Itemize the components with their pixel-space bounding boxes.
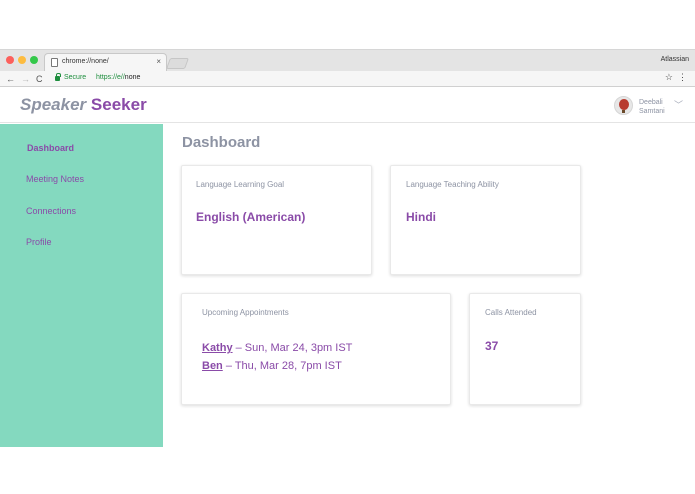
secure-label[interactable]: Secure <box>64 74 86 81</box>
appointments-card: Upcoming Appointments Kathy – Sun, Mar 2… <box>181 293 451 405</box>
url-scheme: https://e// <box>96 74 125 81</box>
learning-goal-value: English (American) <box>196 210 306 224</box>
sidebar-item-dashboard[interactable]: Dashboard <box>27 143 74 153</box>
tab-bar: chrome://none/ × Atlassian <box>0 50 695 71</box>
appointment-name-link[interactable]: Kathy <box>202 342 233 354</box>
appointments-label: Upcoming Appointments <box>202 308 289 317</box>
page-title: Dashboard <box>182 134 261 151</box>
logo-seeker: Seeker <box>90 95 147 114</box>
screen: { "browser": { "tab_title": "chrome://no… <box>0 0 695 494</box>
close-window-button[interactable] <box>6 56 14 64</box>
reload-icon[interactable]: C <box>36 73 43 85</box>
appointment-detail: – Thu, Mar 28, 7pm IST <box>222 360 342 372</box>
teaching-ability-value: Hindi <box>406 210 436 224</box>
browser-tab[interactable]: chrome://none/ × <box>44 53 167 71</box>
hot-air-balloon-icon <box>619 99 629 110</box>
bookmark-star-icon[interactable]: ☆ <box>665 72 673 83</box>
appointment-detail: – Sun, Mar 24, 3pm IST <box>232 342 353 354</box>
user-first-name: Deebali <box>639 99 663 106</box>
maximize-window-button[interactable] <box>30 56 38 64</box>
balloon-basket-icon <box>622 110 625 113</box>
tab-title: chrome://none/ <box>62 58 109 65</box>
learning-goal-card: Language Learning Goal English (American… <box>181 165 372 275</box>
tab-close-icon[interactable]: × <box>156 57 161 66</box>
back-icon[interactable]: ← <box>6 73 15 85</box>
sidebar-item-meeting-notes[interactable]: Meeting Notes <box>26 174 84 184</box>
avatar[interactable] <box>614 96 633 115</box>
appointment-name-link[interactable]: Ben <box>202 360 223 372</box>
browser-window: chrome://none/ × Atlassian ← → C Secure … <box>0 49 695 447</box>
user-name[interactable]: Deebali Samtani <box>639 98 675 116</box>
url-path: none <box>124 74 141 81</box>
app-header: Speaker Seeker Deebali Samtani ﹀ <box>0 88 695 123</box>
app-logo[interactable]: Speaker Seeker <box>20 95 147 115</box>
sidebar-item-connections[interactable]: Connections <box>26 206 76 216</box>
teaching-ability-label: Language Teaching Ability <box>406 180 499 189</box>
browser-toolbar: ← → C Secure https://e//none ☆ ⋮ <box>0 71 695 87</box>
chevron-down-icon[interactable]: ﹀ <box>674 98 683 111</box>
page-icon <box>51 58 58 67</box>
calls-attended-label: Calls Attended <box>485 308 537 317</box>
learning-goal-label: Language Learning Goal <box>196 180 285 189</box>
logo-speaker: Speaker <box>20 95 87 114</box>
calls-attended-card: Calls Attended 37 <box>469 293 581 405</box>
minimize-window-button[interactable] <box>18 56 26 64</box>
lock-icon <box>55 73 61 81</box>
sidebar-item-profile[interactable]: Profile <box>26 237 52 247</box>
teaching-ability-card: Language Teaching Ability Hindi <box>390 165 581 275</box>
browser-account-name[interactable]: Atlassian <box>661 56 689 63</box>
address-bar[interactable]: https://e//none <box>96 74 140 81</box>
sidebar: Dashboard Meeting Notes Connections Prof… <box>0 124 163 447</box>
calls-attended-value: 37 <box>485 339 499 353</box>
user-last-name: Samtani <box>639 108 665 115</box>
forward-icon[interactable]: → <box>21 73 30 85</box>
new-tab-button[interactable] <box>165 58 190 69</box>
appointment-item: Kathy – Sun, Mar 24, 3pm IST <box>202 342 352 354</box>
browser-menu-icon[interactable]: ⋮ <box>678 72 687 83</box>
appointment-item: Ben – Thu, Mar 28, 7pm IST <box>202 360 342 372</box>
